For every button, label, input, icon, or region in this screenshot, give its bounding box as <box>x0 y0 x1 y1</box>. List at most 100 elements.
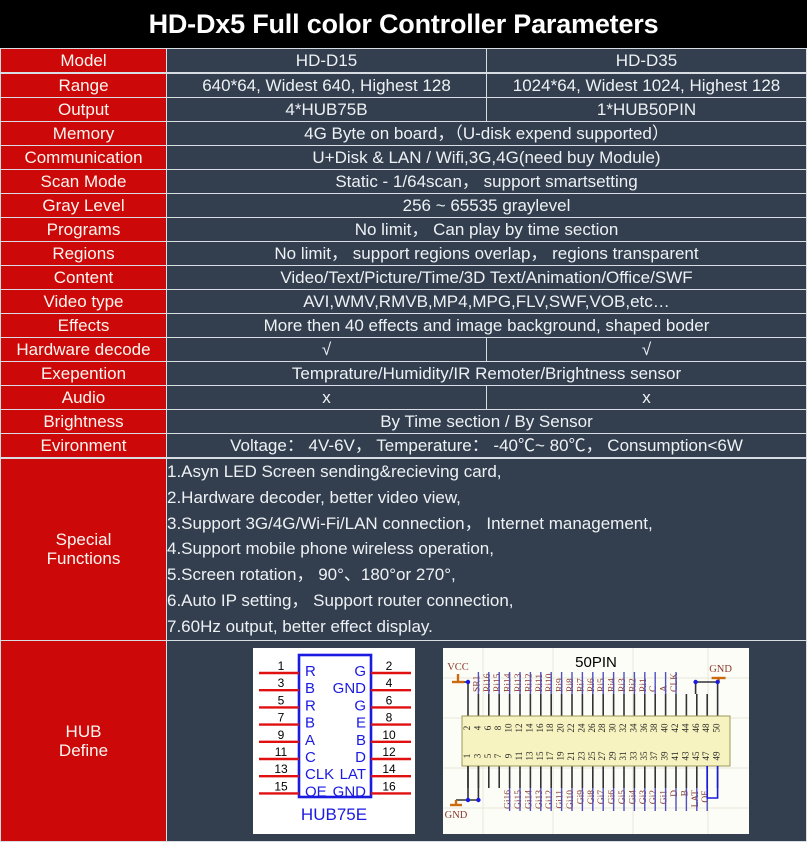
hub75e-right-signal: GND <box>333 680 367 697</box>
row-label: Regions <box>0 241 167 266</box>
row-value-col1: 640*64, Widest 640, Highest 128 <box>166 73 487 98</box>
hub50pin-odd-number: 25 <box>587 751 597 761</box>
row-value-shared: Temprature/Humidity/IR Remoter/Brightnes… <box>166 361 807 386</box>
table-row: Memory 4G Byte on board，（U-disk expend su… <box>0 121 807 146</box>
hub75e-left-pin-number: 13 <box>274 762 288 776</box>
hub50pin-odd-number: 15 <box>535 751 545 761</box>
header-col-1: HD-D15 <box>166 48 487 73</box>
hub50pin-even-number: 32 <box>618 723 628 732</box>
hub50pin-bottom-signal: Gi14 <box>524 790 534 809</box>
row-label: Hardware decode <box>0 337 167 362</box>
hub75e-right-signal: B <box>356 732 366 749</box>
hub50pin-even-number: 38 <box>649 723 659 733</box>
gnd-bottom-label: GND <box>445 810 468 821</box>
hub50pin-even-number: 46 <box>691 723 701 733</box>
hub75e-left-signal: CLK <box>305 766 334 783</box>
hub75e-left-pin-number: 5 <box>278 693 285 707</box>
hub50pin-bottom-signal: Gi10 <box>566 790 576 809</box>
hub50pin-top-signal: Ri1 <box>639 678 649 692</box>
row-value-shared: More then 40 effects and image backgroun… <box>166 313 807 338</box>
hub75e-right-pin-number: 16 <box>382 779 396 793</box>
gnd-top-junction-2 <box>693 679 698 684</box>
hub75e-diagram: 1 R 3 B 5 R 7 B 9 A 11 C 13 CLK 15 OE 2 G 4 GND 6 G 8 E 10 B 12 D 1… <box>253 647 415 834</box>
hub50pin-odd-number: 5 <box>483 753 493 758</box>
row-label: Content <box>0 265 167 290</box>
row-value-col2: √ <box>486 337 807 362</box>
hub50pin-odd-number: 45 <box>691 751 701 761</box>
table-header-row: Model HD-D15 HD-D35 <box>0 48 807 73</box>
table-row: Video type AVI,WMV,RMVB,MP4,MPG,FLV,SWF,V… <box>0 289 807 314</box>
hub50pin-even-number: 14 <box>524 723 534 733</box>
spec-table-body: Model HD-D15 HD-D35 <box>0 48 807 73</box>
gnd-top-junction <box>715 679 720 684</box>
hub75e-left-signal: R <box>305 663 316 680</box>
hub50pin-top-signal: Ri13 <box>514 673 524 692</box>
hub50pin-odd-number: 13 <box>524 751 534 761</box>
hub50pin-top-signal: CLK <box>670 673 680 692</box>
hub50pin-bottom-signal: Gi12 <box>545 790 555 809</box>
row-label: Output <box>0 97 167 122</box>
hub50pin-top-signal: Ri11 <box>535 673 545 691</box>
row-label: Brightness <box>0 409 167 434</box>
hub50pin-top-signal: Ri5 <box>597 678 607 692</box>
hub50pin-top-signal: Ri12 <box>524 673 534 692</box>
row-value-col1: 4*HUB75B <box>166 97 487 122</box>
hub50pin-odd-number: 37 <box>649 751 659 761</box>
special-functions-label: Special Functions <box>0 458 167 641</box>
hub50pin-odd-number: 21 <box>566 751 576 760</box>
table-row: Regions No limit， support regions overlap… <box>0 241 807 266</box>
row-value-shared: No limit， Can play by time section <box>166 217 807 242</box>
hub50pin-bottom-signal: OE <box>701 790 711 803</box>
hub50pin-odd-number: 3 <box>472 753 482 758</box>
special-function-item: 2.Hardware decoder, better video view, <box>167 487 461 507</box>
hub50pin-odd-number: 23 <box>576 751 586 761</box>
special-function-item: 6.Auto IP setting， Support router connec… <box>167 591 514 611</box>
hub75e-right-signal: G <box>354 697 366 714</box>
hub75e-left-signal: OE <box>305 783 327 800</box>
row-label: Video type <box>0 289 167 314</box>
row-label: Gray Level <box>0 193 167 218</box>
hub50pin-even-number: 24 <box>576 723 586 733</box>
hub50pin-odd-number: 27 <box>597 751 607 761</box>
gnd-bottom-junction-2 <box>476 797 481 802</box>
hub50pin-odd-number: 49 <box>712 751 722 761</box>
row-value-shared: Video/Text/Picture/Time/3D Text/Animatio… <box>166 265 807 290</box>
hub-diagrams-cell: 1 R 3 B 5 R 7 B 9 A 11 C 13 CLK 15 OE 2 G 4 GND 6 G 8 E 10 B 12 D 1… <box>166 639 807 842</box>
hub50pin-even-number: 42 <box>670 723 680 732</box>
special-label-line-2: Functions <box>46 549 121 569</box>
hub75e-right-pin-number: 8 <box>386 710 393 724</box>
spec-rows-table: Range 640*64, Widest 640, Highest 128 1024… <box>0 73 807 458</box>
row-value-shared: By Time section / By Sensor <box>166 409 807 434</box>
hub50pin-svg: 50PIN SR1 Ri16 Ri15 Ri14 Ri13 Ri12 Ri11 Ri10 Ri9… <box>443 647 749 834</box>
row-value-col2: 1*HUB50PIN <box>486 97 807 122</box>
hub75e-left-pin-number: 1 <box>278 659 285 673</box>
special-functions-list: 1.Asyn LED Screen sending&recieving card… <box>166 458 807 641</box>
special-function-item: 1.Asyn LED Screen sending&recieving card… <box>167 462 502 481</box>
table-row: Exepention Temprature/Humidity/IR Remoter… <box>0 361 807 386</box>
special-functions-row: Special Functions 1.Asyn LED Screen send… <box>0 458 807 641</box>
hub75e-right-pin-number: 2 <box>386 659 393 673</box>
hub50pin-odd-number: 9 <box>504 753 514 758</box>
hub50pin-odd-number: 31 <box>618 751 628 760</box>
hub50pin-even-number: 28 <box>597 723 607 733</box>
hub50pin-top-signal: Ri7 <box>576 678 586 692</box>
hub-label-line-1: HUB <box>65 721 102 741</box>
hub75e-right-pin-number: 4 <box>386 676 393 690</box>
hub75e-left-signal: A <box>305 732 315 749</box>
table-row: Content Video/Text/Picture/Time/3D Text/A… <box>0 265 807 290</box>
hub50pin-diagram: 50PIN SR1 Ri16 Ri15 Ri14 Ri13 Ri12 Ri11 Ri10 Ri9… <box>443 647 749 834</box>
spec-rows-body: Range 640*64, Widest 640, Highest 128 1024… <box>0 73 807 458</box>
hub-define-label: HUB Define <box>0 639 167 842</box>
table-row: Gray Level 256 ~ 65535 graylevel <box>0 193 807 218</box>
row-label: Exepention <box>0 361 167 386</box>
hub75e-right-signal: GND <box>333 783 367 800</box>
hub50pin-bottom-signal: D <box>670 790 680 797</box>
hub50pin-top-signal: Ri16 <box>483 673 493 692</box>
hub75e-right-pin-number: 6 <box>386 693 393 707</box>
hub75e-left-signal: B <box>305 680 315 697</box>
hub50pin-even-number: 8 <box>493 725 503 730</box>
hub50pin-bottom-signal: Gi8 <box>587 790 597 805</box>
hub75e-left-pin-number: 11 <box>275 745 288 759</box>
hub50pin-odd-number: 35 <box>639 751 649 761</box>
hub50pin-bottom-signal: LAT <box>691 790 701 808</box>
